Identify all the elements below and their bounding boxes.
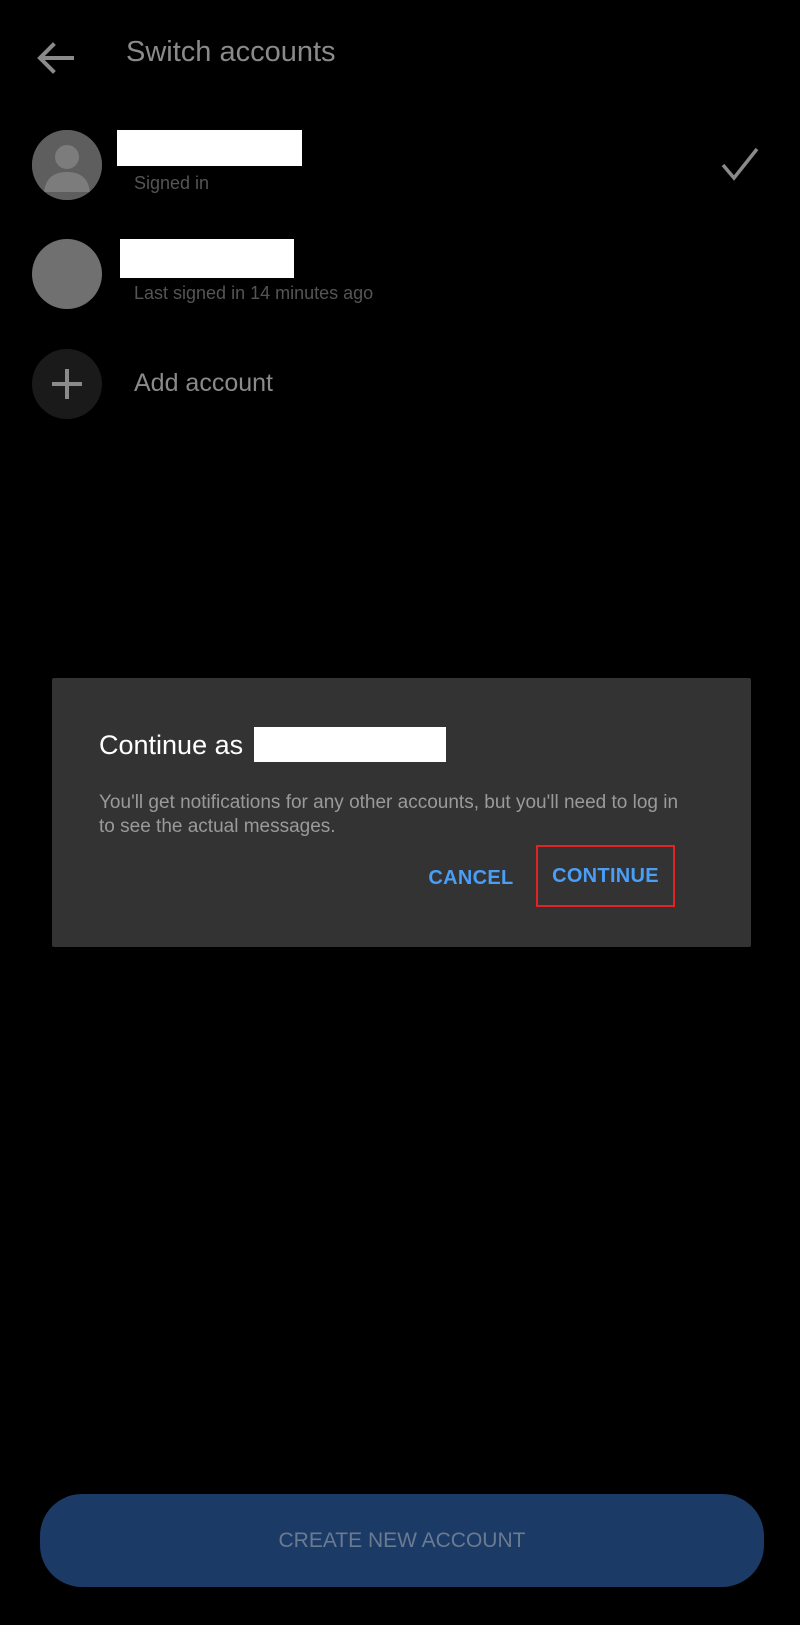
plus-icon xyxy=(52,369,82,399)
account-row-2[interactable]: Last signed in 14 minutes ago xyxy=(0,224,800,324)
switch-accounts-screen: Switch accounts Signed in Last signed in… xyxy=(0,0,800,1625)
page-title: Switch accounts xyxy=(126,36,336,68)
add-account-button xyxy=(32,349,102,419)
cancel-button[interactable]: CANCEL xyxy=(416,867,526,890)
back-button[interactable] xyxy=(28,30,84,86)
continue-button[interactable]: CONTINUE xyxy=(536,845,675,907)
dialog-message: You'll get notifications for any other a… xyxy=(99,792,679,837)
account-row-1[interactable]: Signed in xyxy=(0,115,800,215)
dialog-title: Continue as xyxy=(99,730,244,760)
checkmark-icon xyxy=(721,147,759,181)
account-name-redacted xyxy=(120,239,294,278)
default-avatar-icon xyxy=(32,130,102,200)
dialog-account-name-redacted xyxy=(254,727,446,762)
create-new-account-button[interactable]: CREATE NEW ACCOUNT xyxy=(40,1494,764,1587)
account-status: Last signed in 14 minutes ago xyxy=(134,283,374,303)
avatar xyxy=(32,239,102,309)
add-account-row[interactable]: Add account xyxy=(0,334,800,434)
arrow-left-icon xyxy=(37,42,74,74)
app-header: Switch accounts xyxy=(0,0,800,110)
add-account-label: Add account xyxy=(134,369,273,397)
avatar xyxy=(32,130,102,200)
continue-dialog: Continue as You'll get notifications for… xyxy=(52,678,751,947)
account-status: Signed in xyxy=(134,173,210,193)
account-name-redacted xyxy=(117,130,302,166)
